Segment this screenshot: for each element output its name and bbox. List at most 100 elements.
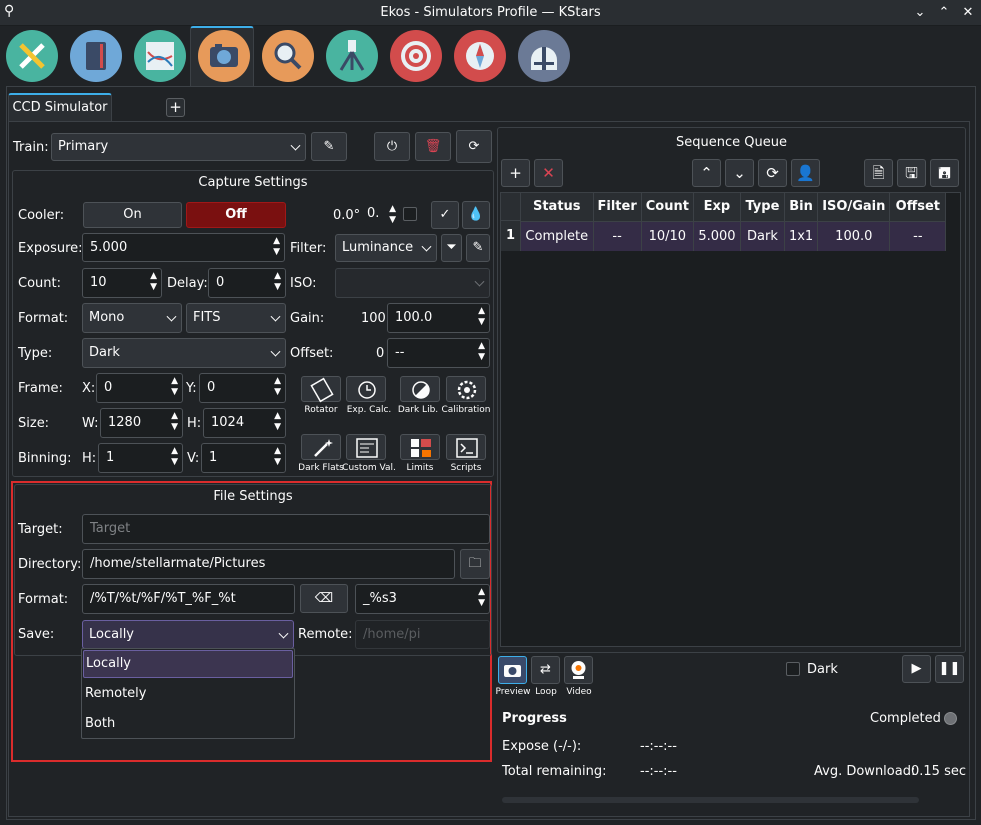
file-format-label: Format: (18, 592, 69, 607)
preview-button[interactable] (498, 656, 527, 684)
start-button[interactable]: ▶ (902, 655, 931, 683)
exposure-value: 5.000 (90, 240, 128, 255)
edit-train-button[interactable]: ✎ (311, 132, 347, 161)
rotator-button[interactable] (301, 376, 341, 403)
directory-input[interactable]: /home/stellarmate/Pictures (82, 549, 455, 579)
move-down-button[interactable]: ⌄ (725, 159, 754, 187)
focus-icon[interactable] (262, 30, 314, 82)
filter-settings-button[interactable]: ⏷ (441, 234, 462, 262)
column-header[interactable]: Exp (693, 193, 741, 222)
limits-button[interactable] (400, 434, 440, 460)
video-button[interactable] (564, 656, 593, 684)
delete-button[interactable]: 🗑 (415, 132, 451, 161)
cooler-off-button[interactable]: Off (186, 202, 286, 228)
custom-values-button[interactable] (346, 434, 386, 460)
suffix-input[interactable]: _%s3 ▲ ▼ (355, 584, 490, 614)
gain-input[interactable]: 100.0 ▲ ▼ (387, 303, 490, 333)
scheduler-icon[interactable] (70, 30, 122, 82)
mount-icon[interactable] (326, 30, 378, 82)
humidity-button[interactable]: 💧 (462, 201, 490, 229)
pause-icon: ❚❚ (938, 661, 961, 676)
load-sequence-button[interactable]: 🗎 (864, 159, 893, 187)
video-label: Video (566, 687, 592, 697)
save-sequence-button[interactable]: 🖫 (897, 159, 926, 187)
filter-edit-button[interactable]: ✎ (466, 234, 490, 262)
file-settings-title: File Settings (213, 489, 293, 504)
power-button[interactable]: ⏻ (374, 132, 410, 161)
binning-v-input[interactable]: 1 ▲ ▼ (201, 443, 286, 473)
column-header[interactable]: Filter (593, 193, 642, 222)
size-w-input[interactable]: 1280 ▲ ▼ (100, 408, 183, 438)
scripts-button[interactable] (446, 434, 486, 460)
column-header[interactable]: Offset (889, 193, 947, 222)
dark-checkbox[interactable] (786, 662, 800, 676)
guide-icon[interactable] (454, 30, 506, 82)
cell-iso-gain: 100.0 (817, 221, 891, 251)
delay-input[interactable]: 0 ▲ ▼ (208, 268, 286, 298)
column-header[interactable]: ISO/Gain (817, 193, 891, 222)
pause-button[interactable]: ❚❚ (935, 655, 964, 683)
column-header[interactable]: Bin (784, 193, 819, 222)
analyze-icon[interactable] (134, 30, 186, 82)
column-header[interactable]: Count (641, 193, 694, 222)
size-h-input[interactable]: 1024 ▲ ▼ (203, 408, 286, 438)
save-location-value: Locally (89, 627, 134, 642)
capture-icon[interactable] (198, 30, 250, 82)
add-tab-button[interactable]: + (166, 98, 185, 117)
save-as-sequence-button[interactable]: 🖪 (930, 159, 959, 187)
minimize-icon[interactable]: ⌄ (910, 3, 930, 23)
save-option-remotely[interactable]: Remotely (85, 680, 293, 708)
close-icon[interactable]: ✕ (958, 3, 978, 23)
column-header[interactable]: Status (521, 193, 594, 222)
h-label: H: (187, 416, 202, 431)
observatory-icon[interactable] (518, 30, 570, 82)
window-title: Ekos - Simulators Profile — KStars (380, 5, 601, 20)
save-option-both[interactable]: Both (85, 710, 293, 738)
file-format-select[interactable]: FITS (186, 303, 286, 333)
tab-ccd-simulator[interactable]: CCD Simulator (8, 93, 112, 121)
temperature-checkbox[interactable] (403, 207, 417, 221)
avg-download-value: 0.15 sec (911, 764, 966, 779)
maximize-icon[interactable]: ⌃ (934, 3, 954, 23)
offset-input[interactable]: -- ▲ ▼ (387, 338, 490, 368)
exposure-input[interactable]: 5.000 ▲ ▼ (82, 233, 285, 262)
file-format-input[interactable]: /%T/%t/%F/%T_%F_%t (82, 584, 295, 614)
bin-v-label: V: (187, 451, 200, 466)
remove-job-button[interactable]: ✕ (534, 159, 563, 187)
add-job-button[interactable]: + (501, 159, 530, 187)
browse-directory-button[interactable]: 🗀 (460, 549, 490, 579)
loop-button[interactable]: ⇄ (531, 656, 560, 684)
binning-h-input[interactable]: 1 ▲ ▼ (98, 443, 183, 473)
user-button[interactable]: 👤 (791, 159, 820, 187)
calibration-button[interactable] (446, 376, 486, 402)
offset-current: 0 (376, 346, 385, 361)
table-row[interactable]: Complete -- 10/10 5.000 Dark 1x1 100.0 -… (521, 221, 947, 251)
save-location-dropdown: Locally Remotely Both (81, 648, 295, 739)
target-input[interactable]: Target (82, 514, 490, 544)
delay-value: 0 (216, 275, 225, 290)
frame-x-input[interactable]: 0 ▲ ▼ (96, 373, 183, 403)
count-input[interactable]: 10 ▲ ▼ (82, 268, 162, 298)
reset-button[interactable]: ⟳ (758, 159, 787, 187)
save-location-select[interactable]: Locally (82, 620, 294, 649)
clear-format-button[interactable]: ⌫ (300, 584, 348, 613)
temperature-field[interactable]: 0. ▲ ▼ (364, 202, 398, 228)
frame-type-select[interactable]: Dark (82, 338, 286, 368)
train-select[interactable]: Primary (51, 133, 306, 161)
dark-library-button[interactable] (400, 376, 440, 402)
setup-icon[interactable] (6, 30, 58, 82)
cooler-on-button[interactable]: On (83, 202, 182, 228)
save-option-locally[interactable]: Locally (83, 650, 293, 678)
refresh-button[interactable]: ⟳ (456, 130, 492, 163)
exposure-calculator-button[interactable] (346, 376, 386, 402)
apply-temperature-button[interactable]: ✓ (431, 201, 459, 229)
chevron-down-icon: ⌄ (733, 164, 746, 182)
move-up-button[interactable]: ⌃ (692, 159, 721, 187)
delay-label: Delay: (167, 276, 208, 291)
align-icon[interactable] (390, 30, 442, 82)
frame-y-input[interactable]: 0 ▲ ▼ (199, 373, 286, 403)
filter-select[interactable]: Luminance (335, 234, 437, 262)
dark-flats-button[interactable] (301, 434, 341, 460)
column-header[interactable]: Type (740, 193, 785, 222)
color-format-select[interactable]: Mono (82, 303, 182, 333)
